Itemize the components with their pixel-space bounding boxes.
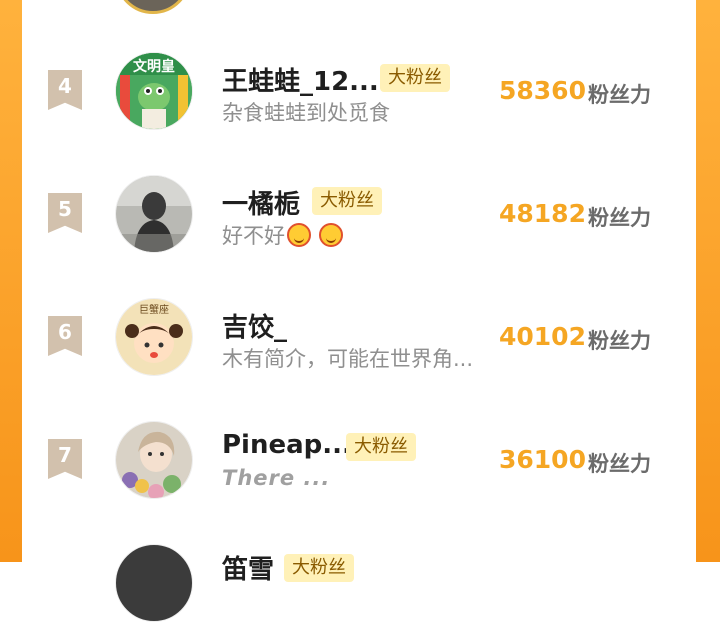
user-name[interactable]: 吉饺_ — [222, 307, 287, 344]
rank-number: 7 — [58, 443, 72, 467]
user-desc-text: 好不好 — [222, 224, 285, 248]
avatar-image — [116, 422, 192, 498]
fan-score-unit: 粉丝力 — [588, 452, 651, 476]
list-item[interactable]: 笛雪 大粉丝 — [22, 527, 696, 637]
rank-badge: 5 — [48, 193, 82, 233]
frame-left — [0, 0, 22, 562]
fan-score: 48182 — [499, 199, 586, 228]
list-item[interactable]: 6 巨蟹座 吉饺_ 木有简介，可能在世界角... 40102 粉丝力 — [22, 281, 696, 391]
user-desc: 好不好 — [222, 220, 343, 250]
fan-badge: 大粉丝 — [380, 64, 450, 92]
rank-badge: 4 — [48, 70, 82, 110]
fan-score: 40102 — [499, 322, 586, 351]
smiling-heart-emoji-icon — [319, 223, 343, 247]
user-name[interactable]: 笛雪 — [222, 549, 274, 586]
user-name[interactable]: 王蛙蛙_12... — [222, 61, 379, 98]
user-name[interactable]: 一橘栀 — [222, 184, 300, 221]
user-name[interactable]: Pineap... — [222, 430, 352, 460]
avatar-image — [116, 176, 192, 252]
avatar-text: 文明皇 — [133, 58, 175, 75]
fan-badge: 大粉丝 — [312, 187, 382, 215]
fan-score-unit: 粉丝力 — [588, 329, 651, 353]
avatar[interactable]: 文明皇 — [115, 52, 193, 130]
ranking-list: 4 文明皇 王蛙蛙_12... 大粉丝 杂食蛙蛙到处觅食 58360 粉丝力 5… — [22, 0, 696, 622]
avatar[interactable] — [115, 421, 193, 499]
rank-number: 4 — [58, 74, 72, 98]
list-item[interactable]: 4 文明皇 王蛙蛙_12... 大粉丝 杂食蛙蛙到处觅食 58360 粉丝力 — [22, 35, 696, 145]
previous-row-avatar — [115, 0, 191, 14]
rank-badge: 6 — [48, 316, 82, 356]
fan-badge: 大粉丝 — [284, 554, 354, 582]
list-item[interactable]: 7 Pineap... 大粉丝 There ... 36100 粉丝力 — [22, 404, 696, 514]
avatar-image: 巨蟹座 — [116, 299, 192, 375]
frame-right — [696, 0, 720, 562]
user-desc: 木有简介，可能在世界角... — [222, 347, 474, 371]
user-desc: There ... — [222, 466, 331, 490]
rank-number: 5 — [58, 197, 72, 221]
avatar-text: 巨蟹座 — [139, 303, 169, 316]
fan-score-unit: 粉丝力 — [588, 83, 651, 107]
list-item[interactable]: 5 一橘栀 大粉丝 好不好 48182 粉丝力 — [22, 158, 696, 268]
rank-number: 6 — [58, 320, 72, 344]
avatar[interactable] — [115, 175, 193, 253]
avatar[interactable]: 巨蟹座 — [115, 298, 193, 376]
avatar-image: 文明皇 — [116, 53, 192, 129]
fan-badge: 大粉丝 — [346, 433, 416, 461]
rank-badge: 7 — [48, 439, 82, 479]
avatar[interactable] — [115, 544, 193, 622]
user-desc: 杂食蛙蛙到处觅食 — [222, 101, 390, 125]
fan-score-unit: 粉丝力 — [588, 206, 651, 230]
fan-score: 58360 — [499, 76, 586, 105]
smiling-heart-emoji-icon — [287, 223, 311, 247]
fan-score: 36100 — [499, 445, 586, 474]
